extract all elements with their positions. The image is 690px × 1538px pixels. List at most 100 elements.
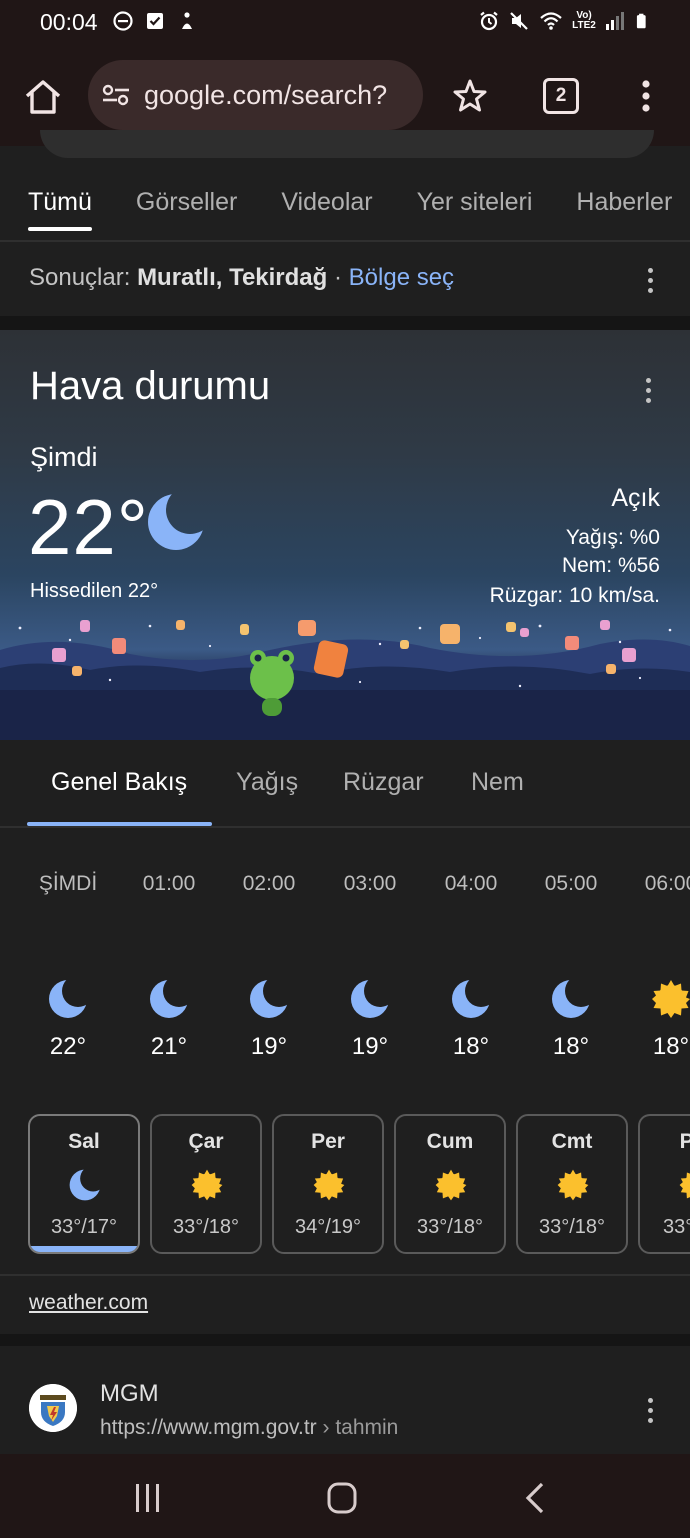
home-nav-icon[interactable] — [322, 1480, 362, 1516]
day-temps: 33°/18° — [416, 1216, 484, 1238]
tab-overview[interactable]: Genel Bakış — [51, 768, 187, 797]
location-separator: · — [327, 264, 349, 291]
moon-icon — [68, 1168, 102, 1202]
checkbox-notification-icon — [147, 13, 163, 29]
hourly-forecast[interactable]: ŞİMDİ 22° 01:00 21° 02:00 19° 03:00 19° … — [0, 828, 690, 1108]
status-time: 00:04 — [40, 9, 98, 35]
hour-time: 04:00 — [444, 872, 498, 895]
day-name: Per — [311, 1130, 345, 1153]
hour-temp: 19° — [250, 1033, 288, 1060]
sky-lanterns-illustration — [0, 620, 690, 740]
signal-icon — [606, 12, 624, 30]
url-text[interactable]: google.com/search? — [144, 80, 414, 111]
location-prefix: Sonuçlar: — [29, 264, 138, 291]
tab-switcher-button[interactable]: 2 — [543, 78, 579, 114]
sun-icon — [313, 1169, 345, 1201]
moon-icon — [47, 978, 89, 1020]
current-temperature: 22° — [28, 483, 149, 571]
mute-icon — [510, 12, 528, 30]
recent-apps-icon[interactable] — [128, 1480, 168, 1516]
site-settings-icon[interactable] — [102, 83, 130, 107]
day-card[interactable]: Sal 33°/17° — [28, 1114, 140, 1254]
day-temps: 33°/18° — [538, 1216, 606, 1238]
daily-forecast[interactable]: Sal 33°/17° Çar 33°/18° Per 34°/19° Cum … — [0, 1108, 690, 1268]
filter-tab-places[interactable]: Yer siteleri — [417, 188, 533, 217]
tab-wind[interactable]: Rüzgar — [343, 768, 424, 797]
moon-icon — [550, 978, 592, 1020]
selected-day-indicator — [30, 1246, 138, 1252]
weather-card: Hava durumu Şimdi 22° Hissedilen 22° Açı… — [0, 330, 690, 740]
location-more-icon[interactable] — [646, 268, 654, 296]
sun-icon — [191, 1169, 223, 1201]
now-label: Şimdi — [30, 442, 98, 472]
mgm-logo-icon — [29, 1384, 77, 1432]
status-left-icons — [112, 10, 198, 32]
filter-tab-news[interactable]: Haberler — [576, 188, 672, 217]
alarm-icon — [480, 11, 498, 31]
moon-icon — [148, 494, 204, 550]
hour-temp: 18° — [452, 1033, 490, 1060]
network-label: Vo) LTE2 — [572, 10, 596, 31]
day-temps: 33°/18° — [172, 1216, 240, 1238]
result-path: › tahmin — [316, 1416, 399, 1439]
wifi-icon — [540, 12, 562, 30]
tab-precipitation[interactable]: Yağış — [236, 768, 298, 797]
moon-icon — [450, 978, 492, 1020]
hour-time: 05:00 — [544, 872, 598, 895]
address-bar[interactable]: google.com/search? — [88, 60, 423, 130]
result-url[interactable]: https://www.mgm.gov.tr › tahmin — [100, 1416, 398, 1440]
day-card[interactable]: Çar 33°/18° — [150, 1114, 262, 1254]
filter-tab-videos[interactable]: Videolar — [281, 188, 372, 217]
sun-icon — [435, 1169, 467, 1201]
status-bar: 00:04 Vo) LTE2 — [0, 0, 690, 44]
browser-menu-icon[interactable] — [634, 78, 658, 114]
home-icon[interactable] — [22, 77, 64, 117]
back-nav-icon[interactable] — [516, 1480, 556, 1516]
day-name: Sal — [68, 1130, 100, 1153]
day-temps: 33°/18° — [662, 1216, 690, 1238]
day-temps: 34°/19° — [294, 1216, 362, 1238]
day-temps: 33°/17° — [50, 1216, 118, 1238]
day-card[interactable]: Per 34°/19° — [272, 1114, 384, 1254]
tab-humidity[interactable]: Nem — [471, 768, 524, 797]
divider — [0, 1274, 690, 1276]
section-separator — [0, 316, 690, 330]
sun-icon — [557, 1169, 589, 1201]
day-name: Çar — [188, 1130, 224, 1153]
result-domain: https://www.mgm.gov.tr — [100, 1416, 317, 1439]
accessibility-icon — [182, 12, 192, 29]
bookmark-star-icon[interactable] — [452, 78, 488, 114]
day-card[interactable]: Cmt 33°/18° — [516, 1114, 628, 1254]
hour-time: 01:00 — [142, 872, 196, 895]
filter-tab-all[interactable]: Tümü — [28, 188, 92, 231]
search-filter-strip: Tümü Görseller Videolar Yer siteleri Hab… — [0, 130, 690, 242]
moon-icon — [148, 978, 190, 1020]
moon-icon — [248, 978, 290, 1020]
hour-temp: 19° — [351, 1033, 389, 1060]
result-more-icon[interactable] — [646, 1398, 654, 1426]
hour-time: 06:00 — [644, 872, 690, 895]
day-card[interactable]: Cum 33°/18° — [394, 1114, 506, 1254]
system-navigation-bar — [0, 1454, 690, 1538]
sun-icon — [679, 1169, 690, 1201]
weather-source-link[interactable]: weather.com — [29, 1291, 148, 1315]
location-row: Sonuçlar: Muratlı, Tekirdağ · Bölge seç — [0, 242, 690, 316]
search-result[interactable]: MGM https://www.mgm.gov.tr › tahmin — [0, 1346, 690, 1454]
result-site-name[interactable]: MGM — [100, 1380, 159, 1408]
status-right-icons: Vo) LTE2 — [478, 10, 650, 32]
filter-tab-images[interactable]: Görseller — [136, 188, 237, 217]
hour-time: ŞİMDİ — [38, 872, 98, 895]
day-card[interactable]: Pzr 33°/18° — [638, 1114, 690, 1254]
wind: Rüzgar: 10 km/sa. — [489, 584, 660, 607]
day-name: Pzr — [640, 1130, 690, 1154]
hour-time: 02:00 — [242, 872, 296, 895]
weather-more-icon[interactable] — [644, 378, 652, 406]
location-text: Sonuçlar: Muratlı, Tekirdağ · Bölge seç — [29, 264, 454, 292]
hour-temp: 21° — [150, 1033, 188, 1060]
search-box-edge — [40, 130, 654, 158]
moon-icon — [349, 978, 391, 1020]
day-name: Cum — [426, 1130, 474, 1153]
choose-region-link[interactable]: Bölge seç — [349, 264, 454, 291]
hour-temp: 22° — [49, 1033, 87, 1060]
hour-temp: 18° — [652, 1033, 690, 1060]
